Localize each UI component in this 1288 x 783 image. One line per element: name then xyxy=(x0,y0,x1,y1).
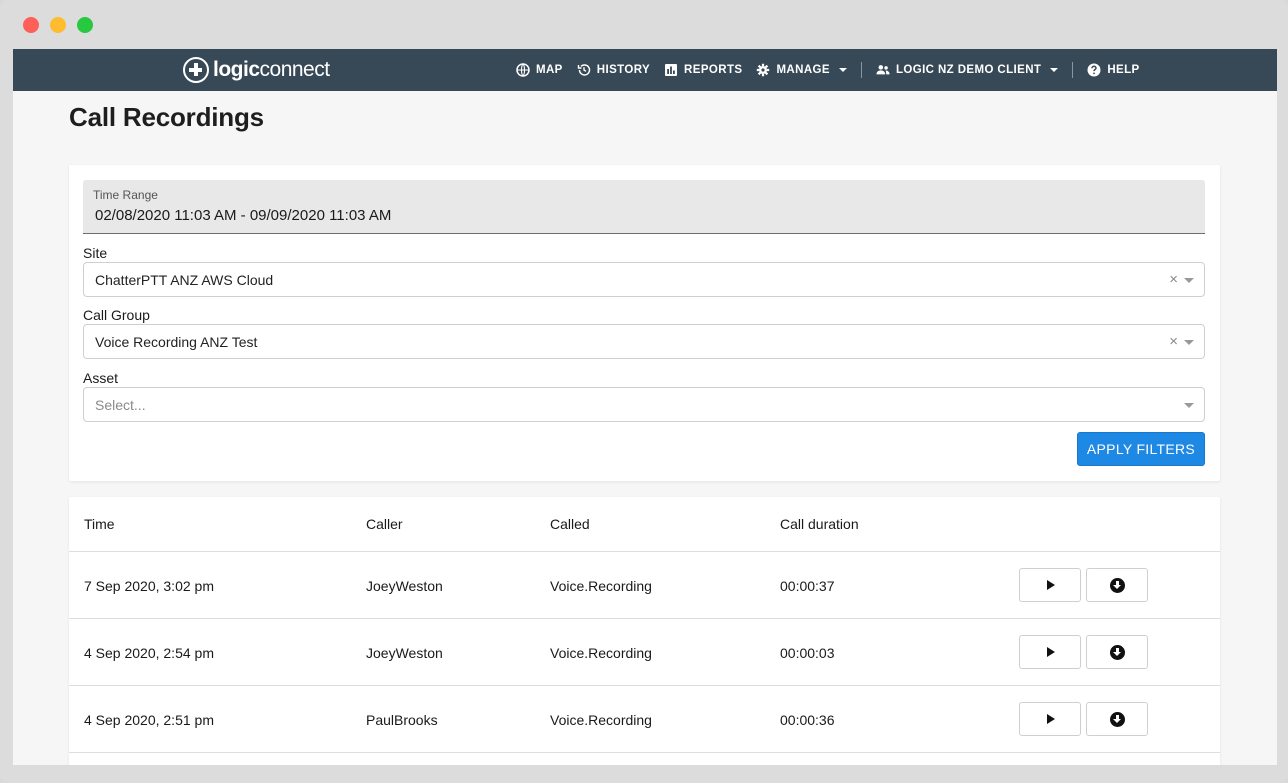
cell-caller: PaulBrooks xyxy=(366,712,438,728)
filters-card: Time Range 02/08/2020 11:03 AM - 09/09/2… xyxy=(69,165,1220,481)
nav-manage-label: MANAGE xyxy=(776,64,830,76)
cell-called: Voice.Recording xyxy=(550,712,652,728)
download-icon xyxy=(1109,711,1125,727)
download-button[interactable] xyxy=(1086,635,1148,669)
play-icon xyxy=(1047,714,1055,724)
users-icon xyxy=(876,65,890,75)
cell-duration: 00:00:37 xyxy=(780,578,835,594)
cell-called: Voice.Recording xyxy=(550,645,652,661)
zoom-window-button[interactable] xyxy=(77,17,93,33)
page-title: Call Recordings xyxy=(69,102,264,132)
nav-reports[interactable]: REPORTS xyxy=(664,63,742,77)
clear-icon[interactable]: × xyxy=(1169,271,1178,288)
call-group-value: Voice Recording ANZ Test xyxy=(95,334,258,350)
app-viewport: logicconnect MAP HISTORY REPORTS MANAGE … xyxy=(13,49,1277,765)
nav-manage[interactable]: MANAGE xyxy=(756,63,847,77)
header-duration[interactable]: Call duration xyxy=(780,516,859,532)
play-button[interactable] xyxy=(1019,702,1081,736)
nav-divider xyxy=(860,62,862,78)
minimize-window-button[interactable] xyxy=(50,17,66,33)
bar-chart-icon xyxy=(665,64,678,76)
nav-help[interactable]: HELP xyxy=(1087,63,1139,77)
cell-duration: 00:00:03 xyxy=(780,645,835,661)
play-button[interactable] xyxy=(1019,568,1081,602)
play-icon xyxy=(1047,580,1055,590)
plus-circle-icon xyxy=(183,57,209,83)
cell-time: 4 Sep 2020, 2:51 pm xyxy=(84,712,214,728)
call-group-select[interactable]: Voice Recording ANZ Test × xyxy=(83,324,1205,359)
play-icon xyxy=(1047,647,1055,657)
nav-client-selector[interactable]: LOGIC NZ DEMO CLIENT xyxy=(876,63,1059,77)
download-icon xyxy=(1109,644,1125,660)
clear-icon[interactable]: × xyxy=(1169,333,1178,350)
table-row: 4 Sep 2020, 2:54 pm JoeyWeston Voice.Rec… xyxy=(69,619,1220,686)
header-called[interactable]: Called xyxy=(550,516,590,532)
apply-filters-button[interactable]: APPLY FILTERS xyxy=(1077,432,1205,466)
browser-window: logicconnect MAP HISTORY REPORTS MANAGE … xyxy=(0,0,1288,783)
asset-select[interactable]: Select... xyxy=(83,387,1205,422)
nav-history[interactable]: HISTORY xyxy=(577,63,650,77)
gear-icon xyxy=(757,63,770,77)
cell-called: Voice.Recording xyxy=(550,578,652,594)
recordings-table: Time Caller Called Call duration 7 Sep 2… xyxy=(69,497,1220,765)
table-header: Time Caller Called Call duration xyxy=(69,497,1220,552)
site-label: Site xyxy=(83,245,108,261)
logo[interactable]: logicconnect xyxy=(183,57,330,83)
dropdown-arrow-icon[interactable] xyxy=(1184,340,1194,345)
nav-client-label: LOGIC NZ DEMO CLIENT xyxy=(895,64,1042,76)
asset-placeholder: Select... xyxy=(95,397,146,413)
time-range-field[interactable]: Time Range 02/08/2020 11:03 AM - 09/09/2… xyxy=(83,180,1205,234)
asset-label: Asset xyxy=(83,370,119,386)
top-navbar: logicconnect MAP HISTORY REPORTS MANAGE … xyxy=(13,49,1277,91)
site-select[interactable]: ChatterPTT ANZ AWS Cloud × xyxy=(83,262,1205,297)
logo-text: logicconnect xyxy=(213,58,330,81)
nav-menu: MAP HISTORY REPORTS MANAGE LOGIC NZ DEMO… xyxy=(516,49,1154,91)
table-row: 4 Sep 2020, 2:51 pm PaulBrooks Voice.Rec… xyxy=(69,686,1220,753)
call-group-label: Call Group xyxy=(83,307,150,323)
nav-reports-label: REPORTS xyxy=(684,64,743,76)
download-icon xyxy=(1109,577,1125,593)
nav-map-label: MAP xyxy=(536,64,563,76)
cell-time: 7 Sep 2020, 3:02 pm xyxy=(84,578,214,594)
chevron-down-icon xyxy=(838,68,847,72)
header-caller[interactable]: Caller xyxy=(366,516,403,532)
download-button[interactable] xyxy=(1086,702,1148,736)
help-icon xyxy=(1087,63,1101,77)
nav-history-label: HISTORY xyxy=(596,64,651,76)
globe-icon xyxy=(516,63,530,77)
table-row: 7 Sep 2020, 3:02 pm JoeyWeston Voice.Rec… xyxy=(69,552,1220,619)
cell-caller: JoeyWeston xyxy=(366,645,443,661)
nav-divider xyxy=(1072,62,1074,78)
play-button[interactable] xyxy=(1019,635,1081,669)
download-button[interactable] xyxy=(1086,568,1148,602)
nav-help-label: HELP xyxy=(1107,64,1140,76)
cell-caller: JoeyWeston xyxy=(366,578,443,594)
time-range-value: 02/08/2020 11:03 AM - 09/09/2020 11:03 A… xyxy=(95,207,392,224)
chevron-down-icon xyxy=(1050,68,1059,72)
dropdown-arrow-icon[interactable] xyxy=(1184,403,1194,408)
header-time[interactable]: Time xyxy=(84,516,115,532)
dropdown-arrow-icon[interactable] xyxy=(1184,278,1194,283)
site-value: ChatterPTT ANZ AWS Cloud xyxy=(95,272,274,288)
history-icon xyxy=(577,64,590,76)
close-window-button[interactable] xyxy=(23,17,39,33)
cell-time: 4 Sep 2020, 2:54 pm xyxy=(84,645,214,661)
cell-duration: 00:00:36 xyxy=(780,712,835,728)
nav-map[interactable]: MAP xyxy=(516,63,563,77)
time-range-label: Time Range xyxy=(93,188,158,202)
